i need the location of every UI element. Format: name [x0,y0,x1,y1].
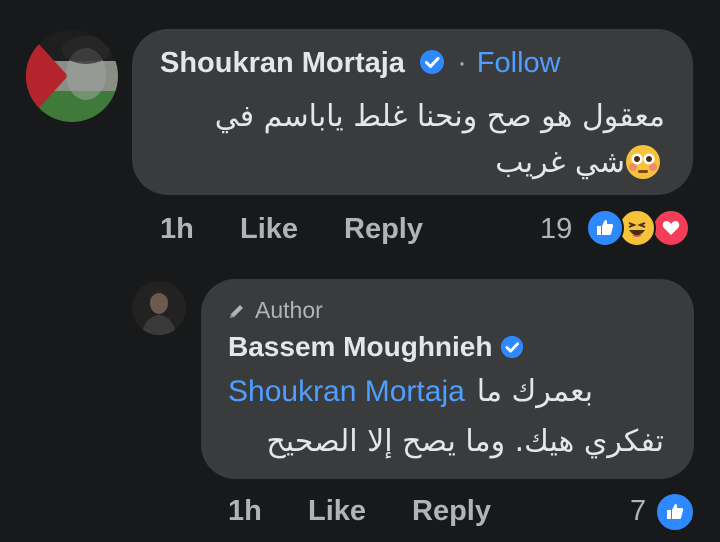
comment-reaction-count[interactable]: 19 [540,213,572,246]
comment-text-line-1: معقول هو صح ونحنا غلط ياباسم في [214,99,665,134]
reply-author-name[interactable]: Bassem Moughnieh [228,331,492,363]
commenter-avatar[interactable] [26,30,118,122]
comment-text-line-2: شي غريب [495,144,665,180]
flushed-face-emoji-icon [626,145,660,179]
reply-text-line-1-words: بعمرك ما [476,374,593,409]
comment-like-button[interactable]: Like [240,213,298,246]
author-badge: Author [227,297,323,324]
palestine-flag-avatar-image [26,30,118,122]
comment-reply-button[interactable]: Reply [344,213,423,246]
pencil-icon [230,304,243,318]
reply-text-line-2: تفكري هيك. وما يصح إلا الصحيح [266,424,664,459]
like-reaction-icon[interactable] [586,209,624,247]
comment-author-name[interactable]: Shoukran Mortaja [160,47,405,79]
reply-like-button[interactable]: Like [308,495,366,528]
reply-reply-button[interactable]: Reply [412,495,491,528]
reply-bubble: Author Bassem Moughnieh Shoukran Mortaja… [201,279,694,479]
comment-bubble: Shoukran Mortaja · Follow معقول هو صح ون… [132,29,693,195]
portrait-avatar-image [132,281,186,335]
reply-text-line-1: Shoukran Mortaja بعمرك ما [228,374,593,409]
laughing-face-icon [628,222,646,237]
reply-like-reaction-icon[interactable] [655,492,695,532]
heart-icon [662,221,680,235]
reply-header: Bassem Moughnieh [228,331,524,363]
comment-timestamp[interactable]: 1h [160,213,194,246]
thumbs-up-icon [597,220,614,235]
thumbs-up-icon [667,504,684,519]
author-badge-label: Author [255,297,323,323]
header-separator: · [457,47,467,79]
reply-mention-link[interactable]: Shoukran Mortaja [228,375,465,409]
verified-badge-icon [501,335,524,359]
reply-reaction-count[interactable]: 7 [630,495,646,528]
reply-author-avatar[interactable] [132,281,186,335]
follow-link[interactable]: Follow [477,47,561,79]
love-reaction-icon[interactable] [652,209,690,247]
verified-badge-icon [420,50,444,75]
comment-text-line-2-words: شي غريب [495,144,625,180]
reply-timestamp[interactable]: 1h [228,495,262,528]
comment-header: Shoukran Mortaja · Follow [160,47,561,80]
